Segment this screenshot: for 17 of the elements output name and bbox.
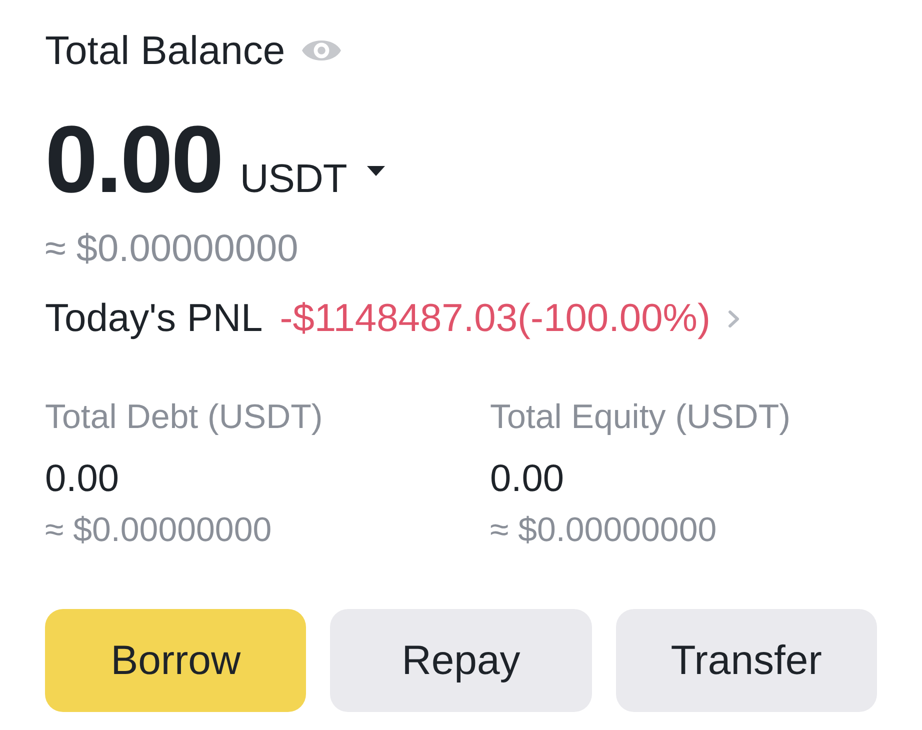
pnl-label: Today's PNL bbox=[45, 296, 263, 342]
action-button[interactable]: Borrow bbox=[45, 609, 306, 712]
stat-label: Total Equity (USDT) bbox=[490, 397, 792, 438]
caret-icon[interactable] bbox=[366, 166, 385, 176]
stat-value: 0.00 bbox=[490, 457, 565, 501]
currency-selector[interactable]: USDT bbox=[240, 159, 347, 199]
total-balance-label: Total Balance bbox=[45, 28, 286, 75]
action-button[interactable]: Repay bbox=[330, 609, 592, 712]
stat-value: 0.00 bbox=[45, 457, 120, 501]
pnl-value: -$1148487.03(-100.00%) bbox=[280, 296, 710, 342]
stat-label: Total Debt (USDT) bbox=[45, 397, 324, 438]
chevron-right-icon[interactable] bbox=[728, 310, 740, 328]
balance-amount: 0.00 bbox=[45, 113, 222, 208]
action-button[interactable]: Transfer bbox=[616, 609, 877, 712]
stat-usd-estimate: ≈ $0.00000000 bbox=[490, 510, 718, 551]
stat-usd-estimate: ≈ $0.00000000 bbox=[45, 510, 273, 551]
balance-usd-estimate: ≈ $0.00000000 bbox=[45, 227, 300, 271]
